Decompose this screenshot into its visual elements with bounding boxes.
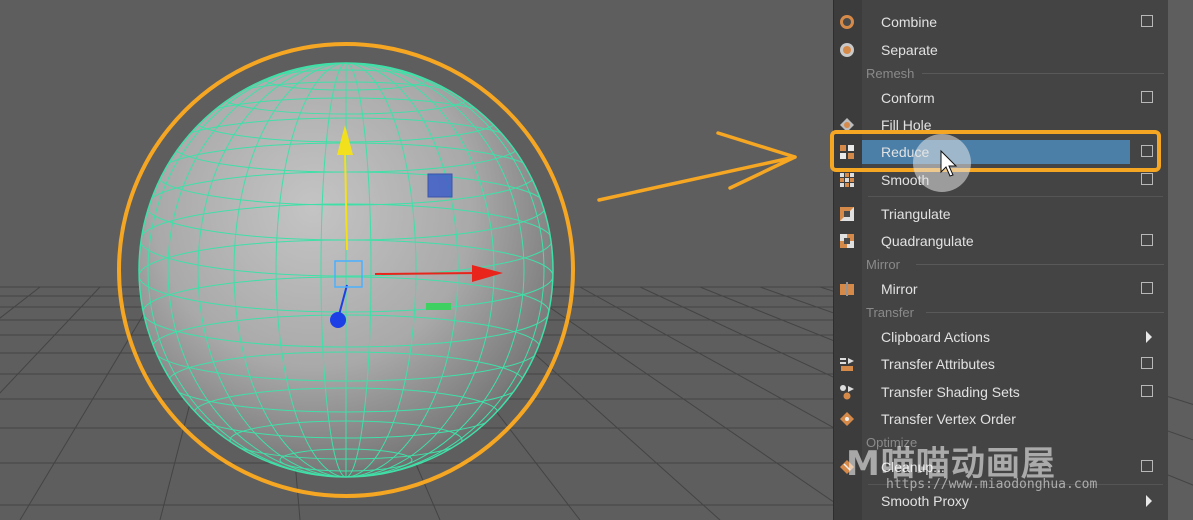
fill-hole-icon: [840, 118, 854, 132]
menu-item-label: Conform: [881, 90, 935, 106]
mirror-icon: [840, 282, 854, 296]
menu-item-smooth-proxy[interactable]: Smooth Proxy: [834, 489, 1169, 513]
submenu-arrow-icon: [1146, 331, 1152, 343]
menu-item-triangulate[interactable]: Triangulate: [834, 202, 1169, 226]
reduce-icon: [840, 145, 854, 159]
menu-item-mirror[interactable]: Mirror: [834, 277, 1169, 301]
smooth-icon: [840, 173, 854, 187]
section-remesh: Remesh: [866, 66, 915, 81]
menu-item-fill-hole[interactable]: Fill Hole: [834, 113, 1169, 137]
transfer-attributes-icon: [840, 358, 854, 371]
menu-item-label: Mirror: [881, 281, 918, 297]
submenu-arrow-icon: [1146, 495, 1152, 507]
section-transfer: Transfer: [866, 305, 914, 320]
menu-item-label: Combine: [881, 14, 938, 30]
menu-item-label: Smooth: [881, 172, 930, 188]
cleanup-option-box[interactable]: [1141, 460, 1153, 472]
transfer-shading-sets-icon: [840, 385, 854, 400]
section-divider: [922, 73, 1164, 74]
menu-item-label: Triangulate: [881, 206, 951, 222]
menu-item-transfer-attributes[interactable]: Transfer Attributes: [834, 352, 1169, 376]
combine-icon: [840, 15, 854, 29]
combine-option-box[interactable]: [1141, 15, 1153, 27]
menu-item-reduce[interactable]: Reduce: [834, 140, 1169, 164]
menu-item-separate[interactable]: Separate: [834, 38, 1169, 62]
reduce-option-box[interactable]: [1141, 145, 1153, 157]
menu-separator: [868, 196, 1163, 197]
menu-item-label: Reduce: [881, 144, 930, 160]
menu-item-label: Transfer Shading Sets: [881, 384, 1020, 400]
menu-item-conform[interactable]: Conform: [834, 86, 1169, 110]
menu-item-label: Clipboard Actions: [881, 329, 990, 345]
mirror-option-box[interactable]: [1141, 282, 1153, 294]
separate-icon: [840, 43, 854, 57]
menu-item-label: Smooth Proxy: [881, 493, 969, 509]
section-divider: [926, 312, 1164, 313]
transfer-vertex-order-icon: [840, 412, 854, 426]
section-mirror: Mirror: [866, 257, 900, 272]
menu-item-label: Quadrangulate: [881, 233, 974, 249]
plane-handle-xz[interactable]: [426, 303, 451, 310]
transfer-attributes-option-box[interactable]: [1141, 357, 1153, 369]
plane-handle-xy[interactable]: [427, 173, 453, 198]
menu-item-transfer-vertex-order[interactable]: Transfer Vertex Order: [834, 407, 1169, 431]
menu-item-label: Transfer Attributes: [881, 356, 995, 372]
triangulate-icon: [840, 207, 854, 221]
quadrangulate-option-box[interactable]: [1141, 234, 1153, 246]
x-axis-handle[interactable]: [374, 272, 479, 275]
menu-item-label: Transfer Vertex Order: [881, 411, 1016, 427]
menu-item-label: Separate: [881, 42, 938, 58]
annotation-arrow: [597, 131, 797, 202]
menu-item-label: Fill Hole: [881, 117, 932, 133]
menu-item-clipboard-actions[interactable]: Clipboard Actions: [834, 325, 1169, 349]
quadrangulate-icon: [840, 234, 854, 248]
conform-option-box[interactable]: [1141, 91, 1153, 103]
watermark-url: https://www.miaodonghua.com: [886, 477, 1098, 492]
menu-item-smooth[interactable]: Smooth: [834, 168, 1169, 192]
menu-item-combine[interactable]: Combine: [834, 10, 1169, 34]
menu-item-quadrangulate[interactable]: Quadrangulate: [834, 229, 1169, 253]
smooth-option-box[interactable]: [1141, 173, 1153, 185]
z-axis-arrow[interactable]: [330, 312, 346, 328]
transfer-shading-sets-option-box[interactable]: [1141, 385, 1153, 397]
menu-item-transfer-shading-sets[interactable]: Transfer Shading Sets: [834, 380, 1169, 404]
section-divider: [916, 264, 1164, 265]
